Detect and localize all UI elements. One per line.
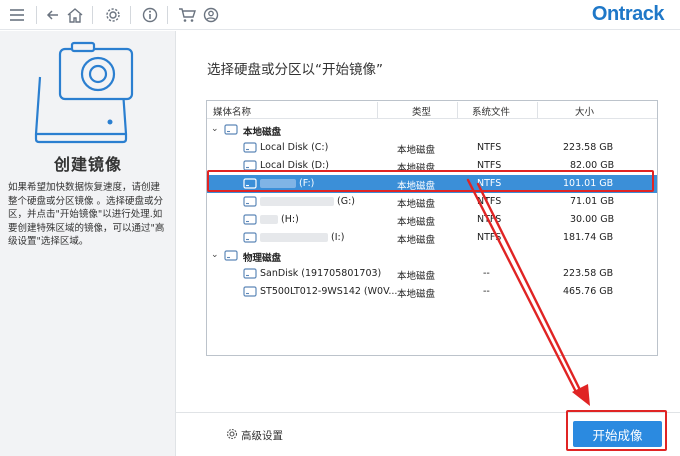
table-row[interactable]: (I:) 本地磁盘 NTFS 181.74 GB [207, 229, 657, 247]
row-type: 本地磁盘 [397, 217, 436, 228]
group-row-local[interactable]: ⌄ 本地磁盘 [207, 121, 657, 139]
brand-logo: Ontrack [591, 3, 665, 25]
row-fs: NTFS [477, 160, 502, 171]
row-name: (H:) [260, 214, 299, 225]
drive-icon [224, 123, 238, 138]
row-fs: NTFS [477, 196, 502, 207]
home-icon[interactable] [64, 4, 86, 26]
redacted-label [260, 215, 278, 224]
row-size: 465.76 GB [563, 286, 614, 297]
row-type: 本地磁盘 [397, 235, 436, 246]
row-fs: NTFS [477, 214, 502, 225]
column-divider [457, 102, 458, 118]
table-row[interactable]: ST500LT012-9WS142 (W0V... 本地磁盘 -- 465.76… [207, 283, 657, 301]
column-divider [537, 102, 538, 118]
redacted-label [260, 197, 334, 206]
row-type: 本地磁盘 [397, 199, 436, 210]
chevron-down-icon[interactable]: ⌄ [211, 124, 219, 134]
row-size: 181.74 GB [563, 232, 614, 243]
column-header-type[interactable]: 类型 [412, 104, 431, 118]
cart-icon[interactable] [176, 4, 198, 26]
row-size: 30.00 GB [570, 214, 615, 225]
row-fs: NTFS [477, 142, 502, 153]
table-row[interactable]: SanDisk (191705801703) 本地磁盘 -- 223.58 GB [207, 265, 657, 283]
drive-icon [243, 141, 257, 156]
row-size: 223.58 GB [563, 142, 614, 153]
drive-icon [243, 195, 257, 210]
row-name: (F:) [260, 178, 314, 189]
row-type: 本地磁盘 [397, 145, 436, 156]
row-name: Local Disk (D:) [260, 160, 329, 171]
left-description: 如果希望加快数据恢复速度，请创建整个硬盘或分区镜像 。选择硬盘或分区，并点击"开… [8, 182, 165, 248]
table-row[interactable]: Local Disk (C:) 本地磁盘 NTFS 223.58 GB [207, 139, 657, 157]
table-row[interactable]: Local Disk (D:) 本地磁盘 NTFS 82.00 GB [207, 157, 657, 175]
row-fs: NTFS [477, 178, 502, 189]
row-name: SanDisk (191705801703) [260, 268, 382, 279]
table-row[interactable]: (H:) 本地磁盘 NTFS 30.00 GB [207, 211, 657, 229]
group-label: 本地磁盘 [243, 127, 282, 138]
chevron-down-icon[interactable]: ⌄ [211, 250, 219, 260]
left-panel: 创建镜像 如果希望加快数据恢复速度，请创建整个硬盘或分区镜像 。选择硬盘或分区，… [0, 31, 176, 456]
toolbar: Ontrack [0, 0, 680, 30]
row-name: (G:) [260, 196, 355, 207]
drive-icon [224, 249, 238, 264]
column-divider [377, 102, 378, 118]
row-size: 82.00 GB [570, 160, 615, 171]
menu-icon[interactable] [6, 4, 28, 26]
drive-icon [243, 231, 257, 246]
info-icon[interactable] [139, 4, 161, 26]
arrowhead-icon [572, 384, 590, 406]
gear-icon [226, 428, 238, 443]
redacted-label [260, 233, 328, 242]
column-header-size[interactable]: 大小 [575, 104, 594, 118]
column-header-name[interactable]: 媒体名称 [213, 104, 251, 118]
disk-list[interactable]: 媒体名称 类型 系统文件 大小 ⌄ 本地磁盘 Local Disk (C:) 本… [206, 100, 658, 356]
disk-camera-icon [30, 39, 140, 148]
start-imaging-button[interactable]: 开始成像 [573, 421, 662, 447]
row-type: 本地磁盘 [397, 163, 436, 174]
toolbar-divider [167, 6, 168, 24]
account-icon[interactable] [200, 4, 222, 26]
table-row-selected[interactable]: (F:) 本地磁盘 NTFS 101.01 GB [207, 175, 657, 193]
drive-icon [243, 159, 257, 174]
left-title: 创建镜像 [53, 155, 122, 174]
back-icon[interactable] [42, 4, 64, 26]
row-size: 71.01 GB [570, 196, 615, 207]
table-row[interactable]: (G:) 本地磁盘 NTFS 71.01 GB [207, 193, 657, 211]
row-size: 101.01 GB [563, 178, 614, 189]
toolbar-divider [36, 6, 37, 24]
drive-icon [243, 177, 257, 192]
drive-icon [243, 285, 257, 300]
row-type: 本地磁盘 [397, 289, 436, 300]
row-fs: -- [483, 286, 490, 297]
drive-icon [243, 267, 257, 282]
advanced-settings-link[interactable]: 高级设置 [226, 428, 283, 443]
redacted-label [260, 179, 296, 188]
list-header: 媒体名称 类型 系统文件 大小 [207, 101, 657, 119]
group-row-physical[interactable]: ⌄ 物理磁盘 [207, 247, 657, 265]
row-type: 本地磁盘 [397, 181, 436, 192]
row-size: 223.58 GB [563, 268, 614, 279]
row-fs: NTFS [477, 232, 502, 243]
advanced-settings-label: 高级设置 [241, 430, 283, 442]
group-label: 物理磁盘 [243, 253, 282, 264]
settings-icon[interactable] [102, 4, 124, 26]
page-title: 选择硬盘或分区以“开始镜像” [207, 62, 383, 78]
row-fs: -- [483, 268, 490, 279]
row-name: (I:) [260, 232, 344, 243]
row-name: ST500LT012-9WS142 (W0V... [260, 286, 398, 297]
toolbar-divider [130, 6, 131, 24]
toolbar-divider [92, 6, 93, 24]
drive-icon [243, 213, 257, 228]
row-name: Local Disk (C:) [260, 142, 329, 153]
row-type: 本地磁盘 [397, 271, 436, 282]
column-header-fs[interactable]: 系统文件 [472, 104, 510, 118]
